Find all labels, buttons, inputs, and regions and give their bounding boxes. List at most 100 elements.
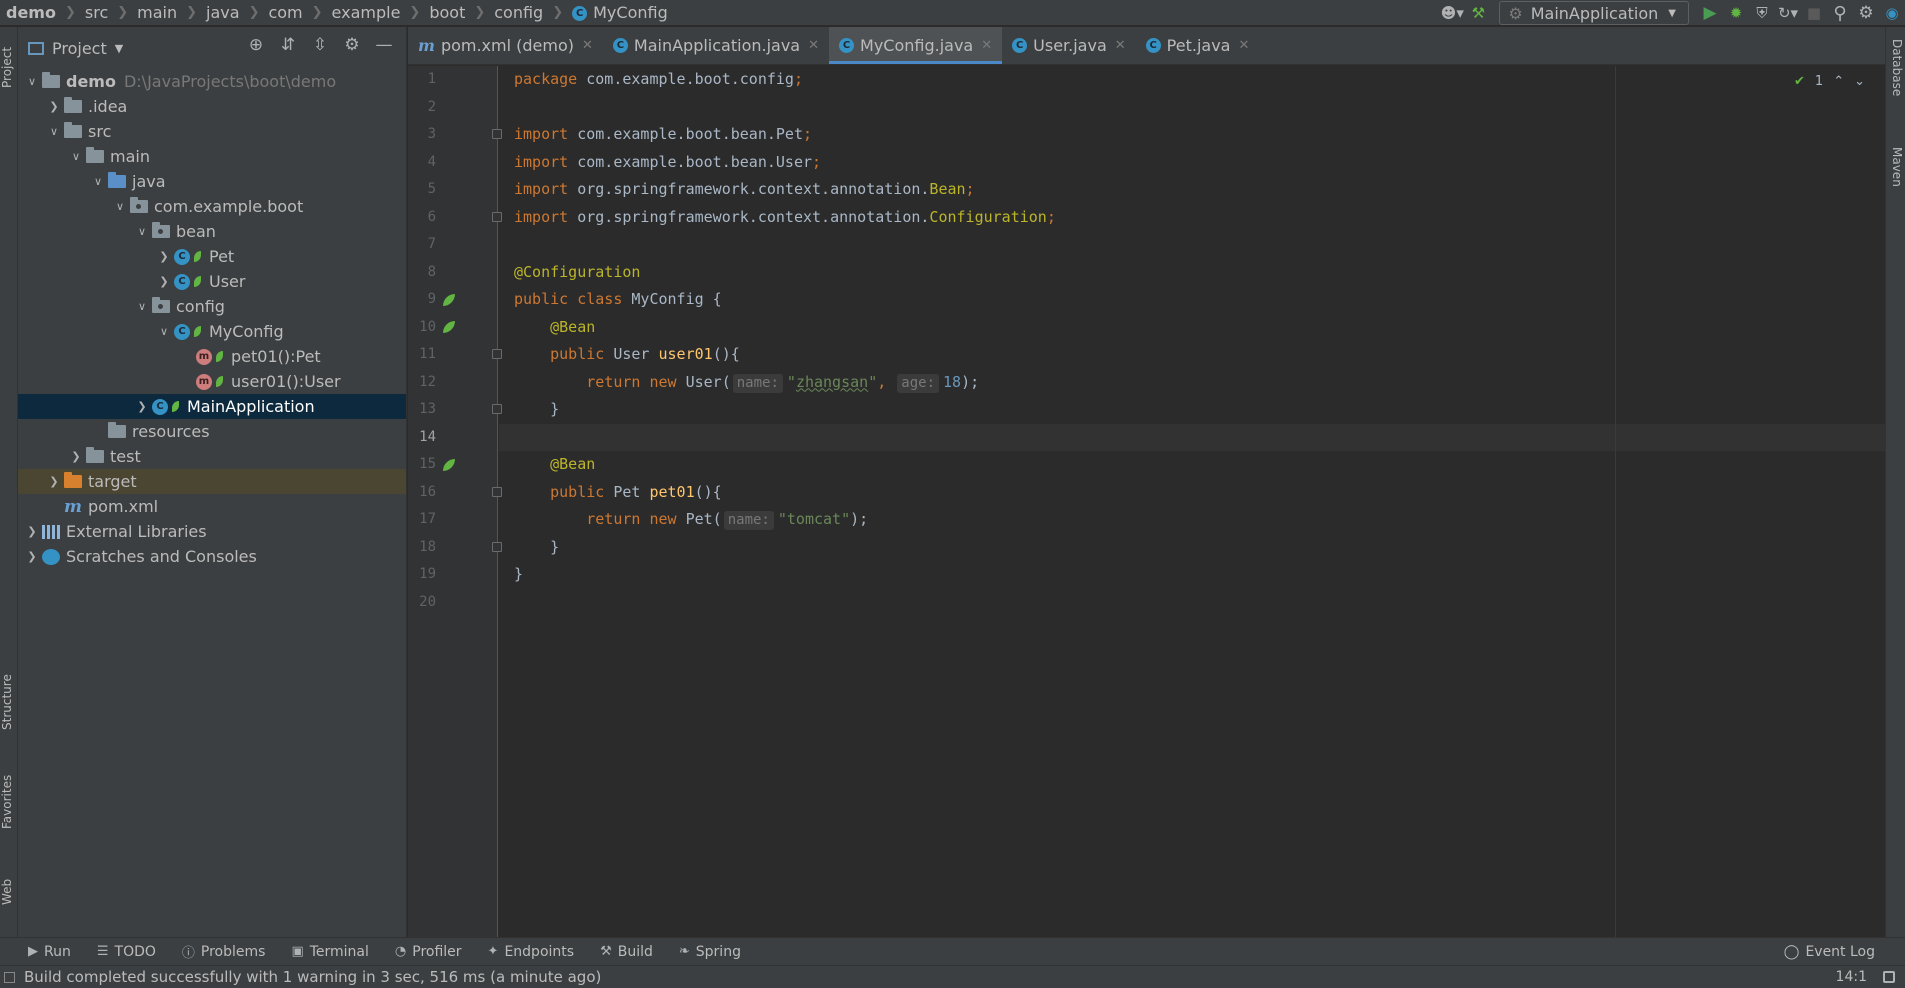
breadcrumb-item[interactable]: boot <box>429 3 465 22</box>
close-icon[interactable]: ✕ <box>808 38 819 53</box>
code-line[interactable] <box>499 231 1885 258</box>
close-icon[interactable]: ✕ <box>582 38 593 53</box>
spring-bean-icon[interactable] <box>440 451 458 478</box>
tree-item[interactable]: ❯ test <box>18 444 406 469</box>
tool-window-problems[interactable]: ⓘ Problems <box>182 942 266 962</box>
expand-all-icon[interactable]: ⇵ <box>272 35 304 55</box>
structure-tool-tab[interactable]: Structure <box>0 667 18 737</box>
editor-tab[interactable]: C Pet.java ✕ <box>1136 27 1260 64</box>
search-icon[interactable]: ⚲ <box>1827 0 1853 26</box>
tool-window-run[interactable]: ▶ Run <box>28 942 71 961</box>
tree-item[interactable]: ❯ C Pet <box>18 244 406 269</box>
tree-item[interactable]: ❯ External Libraries <box>18 519 406 544</box>
breadcrumb-item[interactable]: example <box>332 3 401 22</box>
code-line[interactable]: import org.springframework.context.annot… <box>499 204 1885 231</box>
chevron-right-icon[interactable]: ❯ <box>154 275 174 288</box>
tree-item[interactable]: ❯ C User <box>18 269 406 294</box>
tree-item[interactable]: resources <box>18 419 406 444</box>
code-line[interactable]: public Pet pet01(){ <box>499 479 1885 506</box>
chevron-down-icon[interactable]: ∨ <box>22 75 42 88</box>
web-tool-tab[interactable]: Web <box>0 872 18 912</box>
settings-gear-icon[interactable]: ⚙ <box>1853 0 1879 26</box>
status-message[interactable]: Build completed successfully with 1 warn… <box>24 968 601 986</box>
maven-tool-tab[interactable]: Maven <box>1888 147 1904 217</box>
caret-position[interactable]: 14:1 <box>1836 966 1867 988</box>
tree-item[interactable]: ∨ java <box>18 169 406 194</box>
tool-windows-toggle-icon[interactable] <box>4 972 15 983</box>
code-line[interactable] <box>499 423 1885 451</box>
code-line[interactable]: } <box>499 561 1885 588</box>
chevron-right-icon[interactable]: ❯ <box>22 525 42 538</box>
tree-item[interactable]: ∨ demo D:\JavaProjects\boot\demo <box>18 69 406 94</box>
project-view-selector[interactable]: Project ▼ <box>28 39 123 58</box>
code-line[interactable]: import org.springframework.context.annot… <box>499 176 1885 203</box>
toolbox-icon[interactable]: ◉ <box>1879 0 1905 26</box>
code-line[interactable]: @Bean <box>499 451 1885 478</box>
breadcrumb-item[interactable]: C MyConfig <box>572 3 668 22</box>
tree-item[interactable]: ∨ main <box>18 144 406 169</box>
event-log-button[interactable]: ◯ Event Log <box>1784 938 1875 966</box>
tool-window-spring[interactable]: ❧ Spring <box>679 942 741 961</box>
chevron-right-icon[interactable]: ❯ <box>132 400 152 413</box>
tree-item[interactable]: ∨ com.example.boot <box>18 194 406 219</box>
tool-window-build[interactable]: ⚒ Build <box>600 942 653 961</box>
editor-tab[interactable]: C User.java ✕ <box>1002 27 1136 64</box>
breadcrumb-item[interactable]: java <box>206 3 240 22</box>
tool-window-endpoints[interactable]: ✦ Endpoints <box>488 942 575 961</box>
chevron-down-icon[interactable]: ∨ <box>154 325 174 338</box>
debug-icon[interactable]: ✹ <box>1723 0 1749 26</box>
code-line[interactable]: @Configuration <box>499 259 1885 286</box>
chevron-down-icon[interactable]: ∨ <box>44 125 64 138</box>
chevron-down-icon[interactable]: ∨ <box>110 200 130 213</box>
code-line[interactable] <box>499 94 1885 121</box>
chevron-right-icon[interactable]: ❯ <box>66 450 86 463</box>
stop-icon[interactable]: ■ <box>1801 0 1827 26</box>
code-line[interactable]: import com.example.boot.bean.User; <box>499 149 1885 176</box>
run-icon[interactable]: ▶ <box>1697 0 1723 26</box>
code-editor[interactable]: 1 2 3 4 5 6 7 8 9 10 11 12 13 14 15 16 17 18 19 20 package … <box>408 66 1885 937</box>
breadcrumb-item[interactable]: src <box>85 3 108 22</box>
profile-icon[interactable]: ↻▾ <box>1775 0 1801 26</box>
code-line[interactable]: } <box>499 396 1885 423</box>
tree-item[interactable]: ❯ Scratches and Consoles <box>18 544 406 569</box>
tool-window-terminal[interactable]: ▣ Terminal <box>291 942 368 961</box>
editor-gutter[interactable]: 1 2 3 4 5 6 7 8 9 10 11 12 13 14 15 16 17 18 19 20 <box>408 66 502 937</box>
breadcrumb-item[interactable]: config <box>494 3 543 22</box>
locate-crosshair-icon[interactable]: ⊕ <box>240 35 272 55</box>
run-configuration-select[interactable]: ⚙ MainApplication ▼ <box>1499 1 1689 25</box>
close-icon[interactable]: ✕ <box>1115 38 1126 53</box>
minimize-icon[interactable]: — <box>368 35 400 55</box>
editor-tab[interactable]: m pom.xml (demo) ✕ <box>408 27 603 64</box>
chevron-right-icon[interactable]: ❯ <box>154 250 174 263</box>
code-line[interactable]: } <box>499 534 1885 561</box>
build-hammer-icon[interactable]: ⚒ <box>1465 0 1491 26</box>
chevron-down-icon[interactable]: ∨ <box>132 225 152 238</box>
next-highlight-icon[interactable]: ⌄ <box>1854 74 1865 89</box>
previous-highlight-icon[interactable]: ⌃ <box>1833 74 1844 89</box>
chevron-down-icon[interactable]: ∨ <box>88 175 108 188</box>
code-line[interactable]: return new User(name: "zhangsan", age: 18)… <box>499 369 1885 396</box>
chevron-right-icon[interactable]: ❯ <box>44 100 64 113</box>
database-tool-tab[interactable]: Database <box>1888 39 1904 129</box>
chevron-down-icon[interactable]: ∨ <box>132 300 152 313</box>
inspection-widget[interactable]: ✔ 1 ⌃ ⌄ <box>1794 68 1865 95</box>
editor-tab[interactable]: C MainApplication.java ✕ <box>603 27 829 64</box>
breadcrumb-item[interactable]: demo <box>6 3 56 22</box>
code-line[interactable]: public class MyConfig { <box>499 286 1885 313</box>
breadcrumb-item[interactable]: main <box>137 3 177 22</box>
tree-item[interactable]: ∨ bean <box>18 219 406 244</box>
spring-bean-icon[interactable] <box>440 314 458 341</box>
tree-item[interactable]: ❯ .idea <box>18 94 406 119</box>
gear-icon[interactable]: ⚙ <box>336 35 368 55</box>
tree-item[interactable]: ∨ C MyConfig <box>18 319 406 344</box>
chevron-right-icon[interactable]: ❯ <box>22 550 42 563</box>
tree-item[interactable]: ❯ target <box>18 469 406 494</box>
user-account-icon[interactable]: ☻▾ <box>1439 0 1465 26</box>
chevron-down-icon[interactable]: ∨ <box>66 150 86 163</box>
close-icon[interactable]: ✕ <box>981 38 992 53</box>
code-line[interactable]: import com.example.boot.bean.Pet; <box>499 121 1885 148</box>
breadcrumb-item[interactable]: com <box>268 3 302 22</box>
code-line[interactable]: @Bean <box>499 314 1885 341</box>
chevron-right-icon[interactable]: ❯ <box>44 475 64 488</box>
coverage-icon[interactable]: ⛨ <box>1749 0 1775 26</box>
